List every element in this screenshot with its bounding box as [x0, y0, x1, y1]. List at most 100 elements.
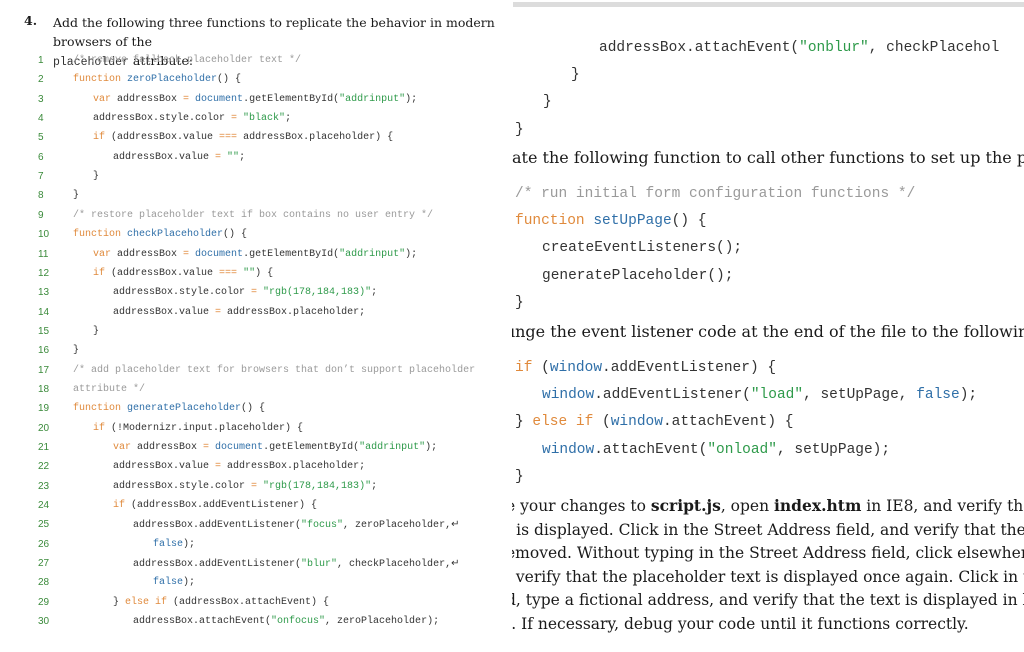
code-text: addressBox.addEventListener("blur", chec… [133, 558, 459, 570]
code-token: ; [239, 151, 246, 163]
code-line: } [571, 62, 580, 89]
code-token: = [183, 93, 196, 105]
code-token: ); [405, 93, 418, 105]
code-token: "focus" [301, 520, 344, 532]
code-token: ); [183, 538, 196, 550]
code-token: function [73, 74, 128, 86]
code-token: } [93, 325, 100, 337]
code-token: window [610, 414, 663, 431]
code-token: } [515, 414, 533, 431]
line-number: 9 [38, 209, 44, 221]
code-token: "" [227, 151, 240, 163]
line-number: 16 [38, 345, 50, 357]
code-line: addressBox.attachEvent("onblur", checkPl… [599, 35, 999, 62]
line-number: 21 [38, 442, 50, 453]
code-token: (addressBox.value [111, 132, 220, 144]
code-token: } [73, 345, 80, 357]
line-number: 28 [38, 577, 50, 589]
code-token: var [93, 248, 118, 260]
code-token: () { [241, 403, 266, 415]
code-token: window [542, 387, 595, 404]
code-token: = [251, 287, 264, 299]
code-token: function [515, 213, 594, 230]
code-token: checkPlaceholder [127, 229, 224, 241]
code-token: = [215, 306, 228, 318]
code-line: } [515, 117, 524, 144]
code-text: } [93, 326, 99, 337]
code-token: if [515, 360, 542, 376]
code-token: ); [425, 442, 438, 453]
filename-bold: index.htm [774, 496, 862, 515]
code-line: window.addEventListener("load", setUpPag… [542, 382, 977, 409]
code-token: /* run initial form configuration functi… [515, 186, 916, 202]
line-number: 29 [38, 596, 50, 608]
left-page: 4. Add the following three functions to … [0, 0, 512, 652]
code-text: addressBox.style.color = "rgb(178,184,18… [113, 481, 377, 492]
paragraph-line: e your changes to script.js, open index.… [512, 494, 1024, 519]
code-text: addressBox.style.color = "rgb(178,184,18… [113, 287, 377, 298]
line-number: 7 [38, 171, 44, 183]
code-text: function checkPlaceholder() { [73, 229, 247, 240]
code-text: addressBox.value = addressBox.placeholde… [113, 461, 365, 472]
code-line: if (window.addEventListener) { [515, 355, 776, 382]
code-token: /* add placeholder text for browsers tha… [73, 364, 476, 376]
code-line: createEventListeners(); [542, 235, 742, 262]
code-token: === [219, 267, 244, 279]
line-number: 25 [38, 519, 50, 531]
line-number: 8 [38, 190, 44, 202]
code-text: addressBox.value = ""; [113, 152, 245, 163]
code-token: "addrinput" [339, 248, 406, 260]
line-number: 6 [38, 151, 44, 163]
code-token: ( [602, 414, 611, 431]
code-token: } [515, 121, 524, 138]
code-token: if [113, 500, 132, 512]
code-token: addressBox.style.color [93, 113, 232, 125]
paragraph-text: /. If necessary, debug your code until i… [512, 614, 969, 633]
code-token: document [195, 93, 244, 105]
code-token: addressBox.value [113, 151, 216, 163]
paragraph-text: emoved. Without typing in the Street Add… [512, 544, 1024, 562]
code-text: if (addressBox.value === "") { [93, 268, 273, 279]
code-token: "rgb(178,184,183)" [263, 480, 372, 492]
code-token: .attachEvent) { [662, 414, 794, 431]
line-number: 20 [38, 422, 50, 434]
line-number: 15 [38, 325, 50, 337]
code-token: .getElementById( [243, 248, 340, 260]
code-token: "blur" [301, 559, 338, 571]
line-number: 18 [38, 383, 50, 395]
code-text: var addressBox = document.getElementById… [113, 442, 437, 453]
code-token: else if [532, 414, 603, 431]
code-token: addressBox.value [113, 306, 216, 318]
code-token: zeroPlaceholder [127, 74, 218, 86]
paragraph-line: : is displayed. Click in the Street Addr… [512, 519, 1024, 543]
code-line: } [515, 290, 524, 317]
filename-bold: script.js [650, 496, 721, 515]
code-token: ; [285, 113, 292, 125]
code-token: function [73, 229, 128, 241]
code-token: = [251, 480, 264, 492]
code-text: if (!Modernizr.input.placeholder) { [93, 423, 303, 434]
code-line: } [543, 89, 552, 116]
code-token: createEventListeners(); [542, 240, 743, 257]
code-token: (addressBox.value [111, 267, 220, 279]
paragraph-text: : is displayed. Click in the Street Addr… [512, 520, 1024, 539]
code-token: addressBox.placeholder; [227, 461, 366, 473]
code-token: "onblur" [799, 40, 869, 56]
code-token: "onload" [707, 441, 777, 458]
code-text: if (addressBox.addEventListener) { [113, 500, 317, 511]
code-token: () { [671, 213, 707, 230]
line-number: 30 [38, 616, 50, 628]
code-token: } [543, 94, 552, 111]
instruction-event-listener: ınge the event listener code at the end … [512, 322, 1024, 341]
line-number: 26 [38, 538, 50, 550]
code-text: } else if (addressBox.attachEvent) { [113, 597, 329, 608]
line-number: 11 [38, 248, 49, 260]
paragraph-text: e your changes to [512, 497, 651, 515]
line-number: 14 [38, 306, 50, 318]
code-token: document [195, 248, 244, 260]
line-number: 22 [38, 461, 50, 473]
code-token: = [203, 442, 216, 453]
step-text-before: Add the following three functions to rep… [53, 15, 495, 49]
code-token: } [73, 190, 80, 202]
code-token: addressBox.attachEvent( [599, 40, 800, 56]
